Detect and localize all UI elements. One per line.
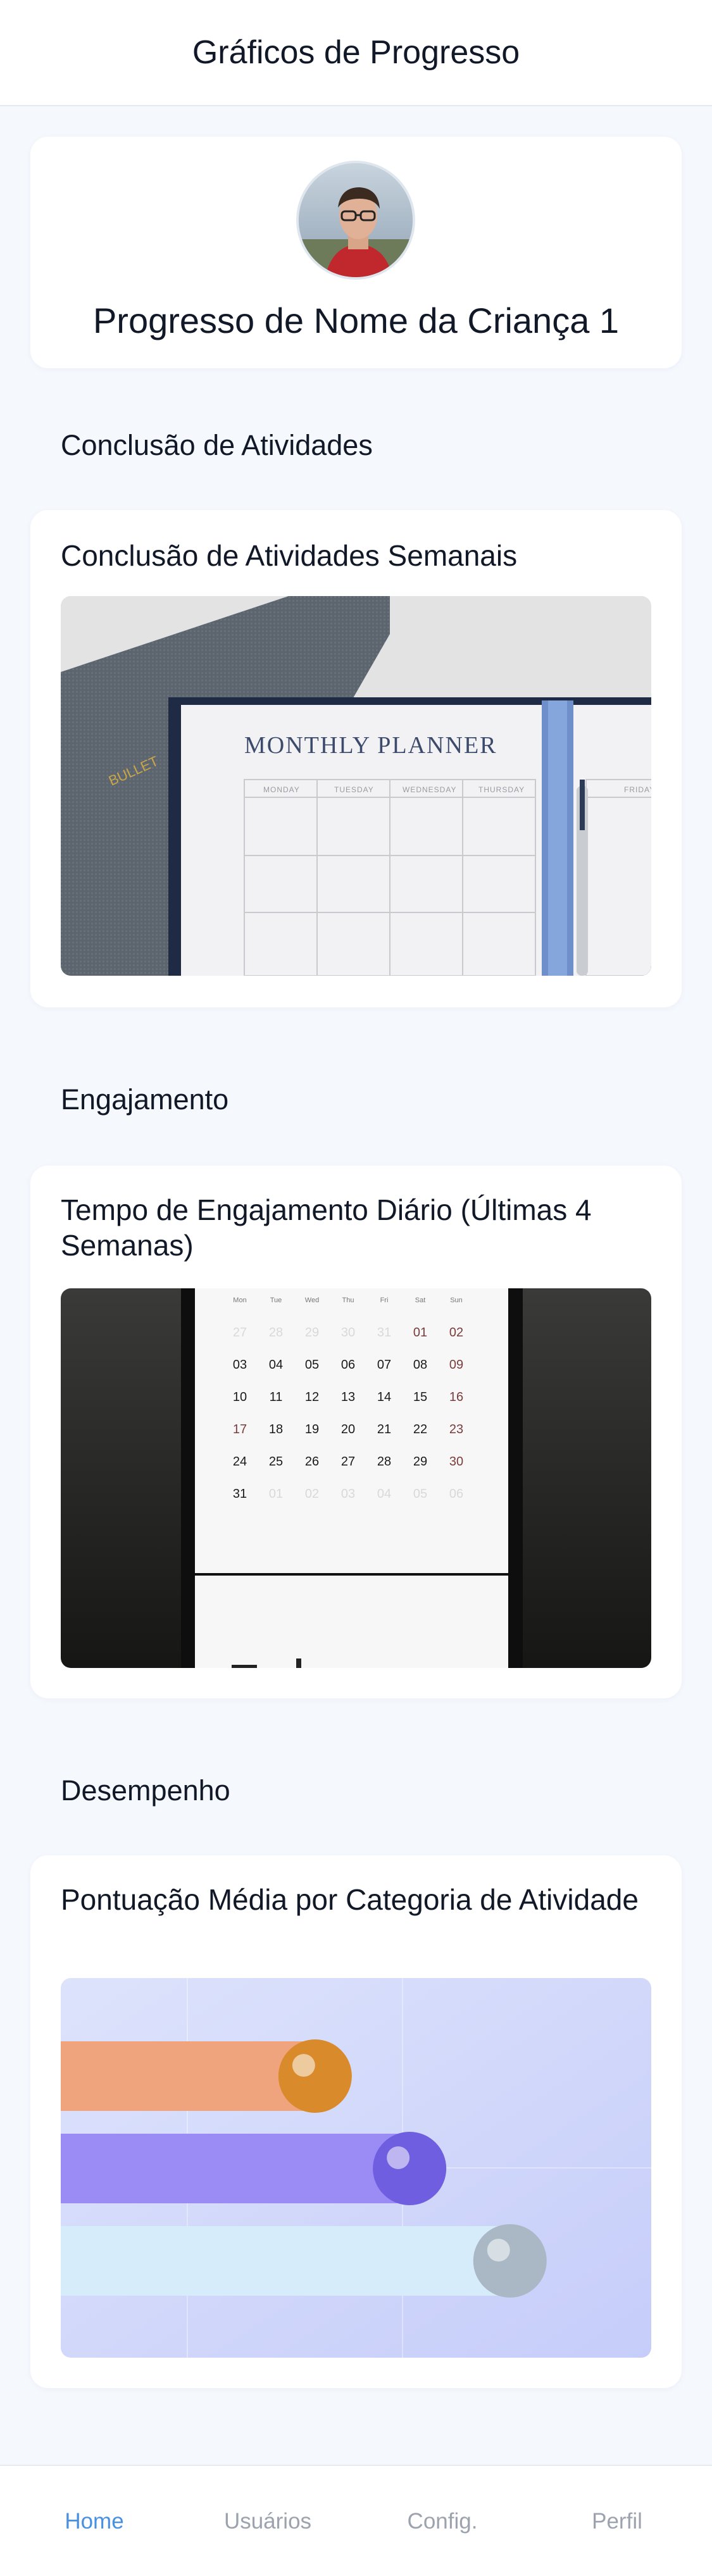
card-title: Pontuação Média por Categoria de Ativida… (61, 1883, 639, 1916)
calendar-day: 09 (449, 1358, 463, 1372)
category-score-image (61, 1978, 651, 2358)
section-title-completion: Conclusão de Atividades (61, 429, 373, 461)
nav-home[interactable]: Home (15, 2466, 173, 2576)
calendar-day: 06 (341, 1358, 355, 1372)
score-bar (61, 2134, 404, 2203)
calendar-day: 30 (341, 1326, 355, 1340)
engagement-card: Tempo de Engajamento Diário (Últimas 4 S… (30, 1166, 682, 1698)
section-title-performance: Desempenho (61, 1774, 230, 1807)
score-bar-ball (473, 2224, 547, 2298)
section-title-engagement: Engajamento (61, 1083, 229, 1116)
planner-day: TUESDAY (334, 785, 374, 794)
calendar-day: 23 (449, 1422, 463, 1436)
calendar-day: 11 (270, 1390, 283, 1404)
score-bar-ball (373, 2132, 447, 2205)
profile-card: Progresso de Nome da Criança 1 (30, 137, 682, 368)
calendar-day: 18 (269, 1422, 283, 1436)
calendar-day: 29 (305, 1326, 319, 1340)
planner-title: MONTHLY PLANNER (244, 732, 497, 759)
score-bar (61, 2226, 504, 2296)
nav-label-users: Usuários (223, 2509, 312, 2534)
app-header: Gráficos de Progresso (0, 0, 712, 106)
calendar-weekday: Mon (233, 1297, 246, 1304)
score-bar-ball-highlight (387, 2146, 410, 2169)
nav-settings[interactable]: Config. (363, 2466, 522, 2576)
calendar-day: 12 (305, 1390, 319, 1404)
completion-card: Conclusão de Atividades Semanais BULLET … (30, 510, 682, 1007)
calendar-day: 21 (377, 1422, 391, 1436)
planner-day: MONDAY (263, 785, 300, 794)
score-bar-ball (278, 2039, 352, 2113)
calendar-weekday: Tue (270, 1297, 282, 1304)
calendar-day: 24 (233, 1455, 247, 1469)
calendar-day: 03 (341, 1487, 355, 1501)
planner-day: FRIDAY (624, 785, 651, 794)
performance-card: Pontuação Média por Categoria de Ativida… (30, 1855, 682, 2388)
calendar-weekday: Fri (380, 1297, 389, 1304)
calendar-day: 28 (377, 1455, 391, 1469)
calendar-day: 01 (269, 1487, 283, 1501)
calendar-day: 17 (233, 1422, 247, 1436)
calendar-day: 31 (233, 1487, 247, 1501)
nav-users[interactable]: Usuários (189, 2466, 347, 2576)
score-bar (61, 2041, 309, 2111)
calendar-day: 22 (413, 1422, 427, 1436)
calendar-day: 05 (305, 1358, 319, 1372)
nav-label-settings: Config. (407, 2509, 478, 2534)
calendar-day: 07 (377, 1358, 391, 1372)
calendar-weekday: Wed (305, 1297, 319, 1304)
card-title: Tempo de Engajamento Diário (Últimas 4 S… (61, 1193, 592, 1262)
calendar-day: 01 (413, 1326, 427, 1340)
calendar-weekday: Sat (415, 1297, 426, 1304)
calendar-day: 26 (305, 1455, 319, 1469)
calendar-day: 30 (449, 1455, 463, 1469)
planner-day: WEDNESDAY (403, 785, 456, 794)
card-title: Conclusão de Atividades Semanais (61, 539, 518, 572)
page-title: Gráficos de Progresso (192, 34, 520, 71)
calendar-day: 27 (233, 1326, 247, 1340)
score-bar-ball-highlight (292, 2054, 315, 2077)
calendar-day: 05 (413, 1487, 427, 1501)
calendar-day: 19 (305, 1422, 319, 1436)
calendar-day: 03 (233, 1358, 247, 1372)
calendar-day: 28 (269, 1326, 283, 1340)
calendar-weekday: Thu (342, 1297, 354, 1304)
profile-title: Progresso de Nome da Criança 1 (92, 301, 620, 340)
calendar-day: 25 (269, 1455, 283, 1469)
weekly-completion-image: BULLET MONTHLY PLANNER MONDAY TUESDAY WE… (61, 596, 651, 976)
calendar-day: 06 (449, 1487, 463, 1501)
planner-day: THURSDAY (478, 785, 525, 794)
avatar[interactable] (296, 161, 415, 280)
calendar-day: 15 (413, 1390, 427, 1404)
calendar-day: 04 (377, 1487, 391, 1501)
nav-profile[interactable]: Perfil (538, 2466, 696, 2576)
nav-label-profile: Perfil (592, 2509, 642, 2534)
calendar-day: 16 (449, 1390, 463, 1404)
score-bar-ball-highlight (487, 2239, 510, 2262)
avatar-photo (299, 163, 413, 277)
calendar-day: 08 (413, 1358, 427, 1372)
calendar-day: 14 (377, 1390, 391, 1404)
calendar-day: 02 (449, 1326, 463, 1340)
calendar-day: 04 (269, 1358, 283, 1372)
calendar-day: 29 (413, 1455, 427, 1469)
nav-label-home: Home (65, 2509, 124, 2534)
calendar-day: 02 (305, 1487, 319, 1501)
daily-engagement-image: Mon Tue Wed Thu Fri Sat Sun 27 28 29 30 31 01 02 03 04… (61, 1288, 651, 1668)
calendar-day: 20 (341, 1422, 355, 1436)
calendar-day: 13 (341, 1390, 355, 1404)
calendar-day: 10 (233, 1390, 247, 1404)
calendar-day: 27 (341, 1455, 355, 1469)
calendar-day: 31 (377, 1326, 391, 1340)
bottom-nav: Home Usuários Config. Perfil (0, 2465, 712, 2576)
calendar-weekday: Sun (450, 1297, 463, 1304)
